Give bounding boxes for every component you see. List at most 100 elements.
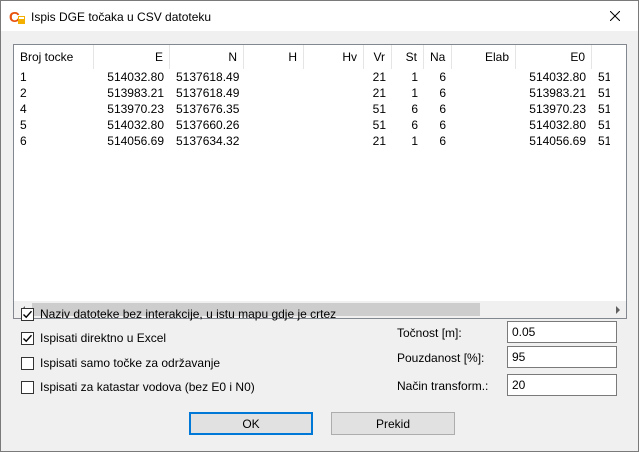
checkbox-box[interactable] — [21, 356, 34, 370]
cell-e0: 513970.23 — [529, 102, 586, 116]
points-listview[interactable]: Broj tocke E N H Hv Vr St Na Elab E0 N0 … — [13, 44, 627, 319]
cell-broj-tocke: 2 — [20, 86, 27, 100]
check-icon — [23, 334, 33, 342]
checkbox-box[interactable] — [21, 307, 34, 321]
table-row[interactable]: 1 514032.80 5137618.49 21 1 6 514032.80 … — [14, 69, 610, 85]
cell-elab — [452, 69, 516, 85]
cell-hv — [304, 117, 364, 133]
column-header-vr[interactable]: Vr — [364, 45, 392, 69]
column-header-e[interactable]: E — [94, 45, 170, 69]
table-row[interactable]: 4 513970.23 5137676.35 51 6 6 513970.23 … — [14, 101, 610, 117]
cell-n: 5137676.35 — [176, 102, 240, 116]
app-logo-icon: C — [9, 8, 26, 26]
checkbox-label: Ispisati za katastar vodova (bez E0 i N0… — [40, 380, 255, 394]
cell-broj-tocke: 4 — [20, 102, 27, 116]
cell-na: 6 — [439, 70, 446, 84]
cell-e: 514032.80 — [107, 118, 164, 132]
table-row[interactable]: 2 513983.21 5137618.49 21 1 6 513983.21 … — [14, 85, 610, 101]
cell-na: 6 — [439, 102, 446, 116]
cell-vr: 51 — [372, 118, 386, 132]
cell-n0: 513 — [598, 70, 610, 84]
cancel-button[interactable]: Prekid — [331, 412, 455, 435]
column-header-h[interactable]: H — [244, 45, 304, 69]
checkbox-box[interactable] — [21, 380, 34, 394]
cell-h — [244, 117, 304, 133]
cell-n0: 513 — [598, 86, 610, 100]
cell-elab — [452, 117, 516, 133]
cell-n0: 513 — [598, 118, 610, 132]
cell-elab — [452, 85, 516, 101]
cell-e0: 514056.69 — [529, 134, 586, 148]
cell-n0: 513 — [598, 134, 610, 148]
cell-st: 1 — [411, 86, 418, 100]
checkbox-filename-no-interaction[interactable]: Naziv datoteke bez interakcije, u istu m… — [21, 306, 336, 322]
cell-vr: 51 — [372, 102, 386, 116]
cell-h — [244, 101, 304, 117]
checkbox-label: Ispisati direktno u Excel — [40, 331, 167, 345]
listview-body: 1 514032.80 5137618.49 21 1 6 514032.80 … — [14, 69, 610, 301]
pouzdanost-label: Pouzdanost [%]: — [397, 351, 485, 365]
cell-broj-tocke: 1 — [20, 70, 27, 84]
cell-n: 5137634.32 — [176, 134, 240, 148]
cell-e0: 514032.80 — [529, 118, 586, 132]
checkbox-utility-cadastre[interactable]: Ispisati za katastar vodova (bez E0 i N0… — [21, 379, 255, 395]
column-header-st[interactable]: St — [392, 45, 424, 69]
cell-e0: 514032.80 — [529, 70, 586, 84]
cell-st: 6 — [411, 118, 418, 132]
cell-na: 6 — [439, 118, 446, 132]
check-icon — [23, 310, 33, 318]
column-header-elab[interactable]: Elab — [452, 45, 516, 69]
pouzdanost-input[interactable] — [507, 346, 617, 368]
dialog-client: Broj tocke E N H Hv Vr St Na Elab E0 N0 … — [0, 31, 639, 452]
cell-h — [244, 133, 304, 149]
cell-hv — [304, 69, 364, 85]
cell-st: 6 — [411, 102, 418, 116]
cell-na: 6 — [439, 134, 446, 148]
cell-st: 1 — [411, 134, 418, 148]
nacin-transform-input[interactable] — [507, 374, 617, 396]
column-header-na[interactable]: Na — [424, 45, 452, 69]
checkbox-box[interactable] — [21, 331, 34, 345]
cell-e: 513983.21 — [107, 86, 164, 100]
column-header-n[interactable]: N — [170, 45, 244, 69]
column-header-hv[interactable]: Hv — [304, 45, 364, 69]
cell-st: 1 — [411, 70, 418, 84]
column-header-broj-tocke[interactable]: Broj tocke — [14, 45, 94, 69]
cell-e0: 513983.21 — [529, 86, 586, 100]
window-title: Ispis DGE točaka u CSV datoteku — [31, 10, 212, 24]
cell-e: 514056.69 — [107, 134, 164, 148]
close-icon — [610, 11, 620, 21]
cell-hv — [304, 133, 364, 149]
cell-hv — [304, 101, 364, 117]
checkbox-maintenance-points-only[interactable]: Ispisati samo točke za održavanje — [21, 355, 220, 371]
column-header-e0[interactable]: E0 — [516, 45, 592, 69]
cell-n: 5137660.26 — [176, 118, 240, 132]
cell-h — [244, 85, 304, 101]
cell-broj-tocke: 5 — [20, 118, 27, 132]
cell-vr: 21 — [372, 86, 386, 100]
checkbox-label: Ispisati samo točke za održavanje — [40, 356, 221, 370]
tocnost-input[interactable] — [507, 321, 617, 343]
cell-vr: 21 — [372, 134, 386, 148]
scroll-right-arrow-icon[interactable] — [609, 301, 626, 318]
cell-elab — [452, 101, 516, 117]
cell-elab — [452, 133, 516, 149]
cell-hv — [304, 85, 364, 101]
cell-broj-tocke: 6 — [20, 134, 27, 148]
close-button[interactable] — [592, 1, 638, 31]
cell-e: 514032.80 — [107, 70, 164, 84]
table-row[interactable]: 6 514056.69 5137634.32 21 1 6 514056.69 … — [14, 133, 610, 149]
cell-na: 6 — [439, 86, 446, 100]
checkbox-export-excel[interactable]: Ispisati direktno u Excel — [21, 330, 166, 346]
nacin-transform-label: Način transform.: — [397, 379, 489, 393]
cell-e: 513970.23 — [107, 102, 164, 116]
tocnost-label: Točnost [m]: — [397, 326, 462, 340]
listview-header: Broj tocke E N H Hv Vr St Na Elab E0 N0 — [14, 45, 610, 69]
cell-n0: 513 — [598, 102, 610, 116]
table-row[interactable]: 5 514032.80 5137660.26 51 6 6 514032.80 … — [14, 117, 610, 133]
column-header-n0[interactable]: N0 — [592, 45, 610, 69]
title-bar: C Ispis DGE točaka u CSV datoteku — [0, 0, 639, 31]
checkbox-label: Naziv datoteke bez interakcije, u istu m… — [40, 307, 337, 321]
ok-button[interactable]: OK — [189, 412, 313, 435]
cell-n: 5137618.49 — [176, 70, 240, 84]
